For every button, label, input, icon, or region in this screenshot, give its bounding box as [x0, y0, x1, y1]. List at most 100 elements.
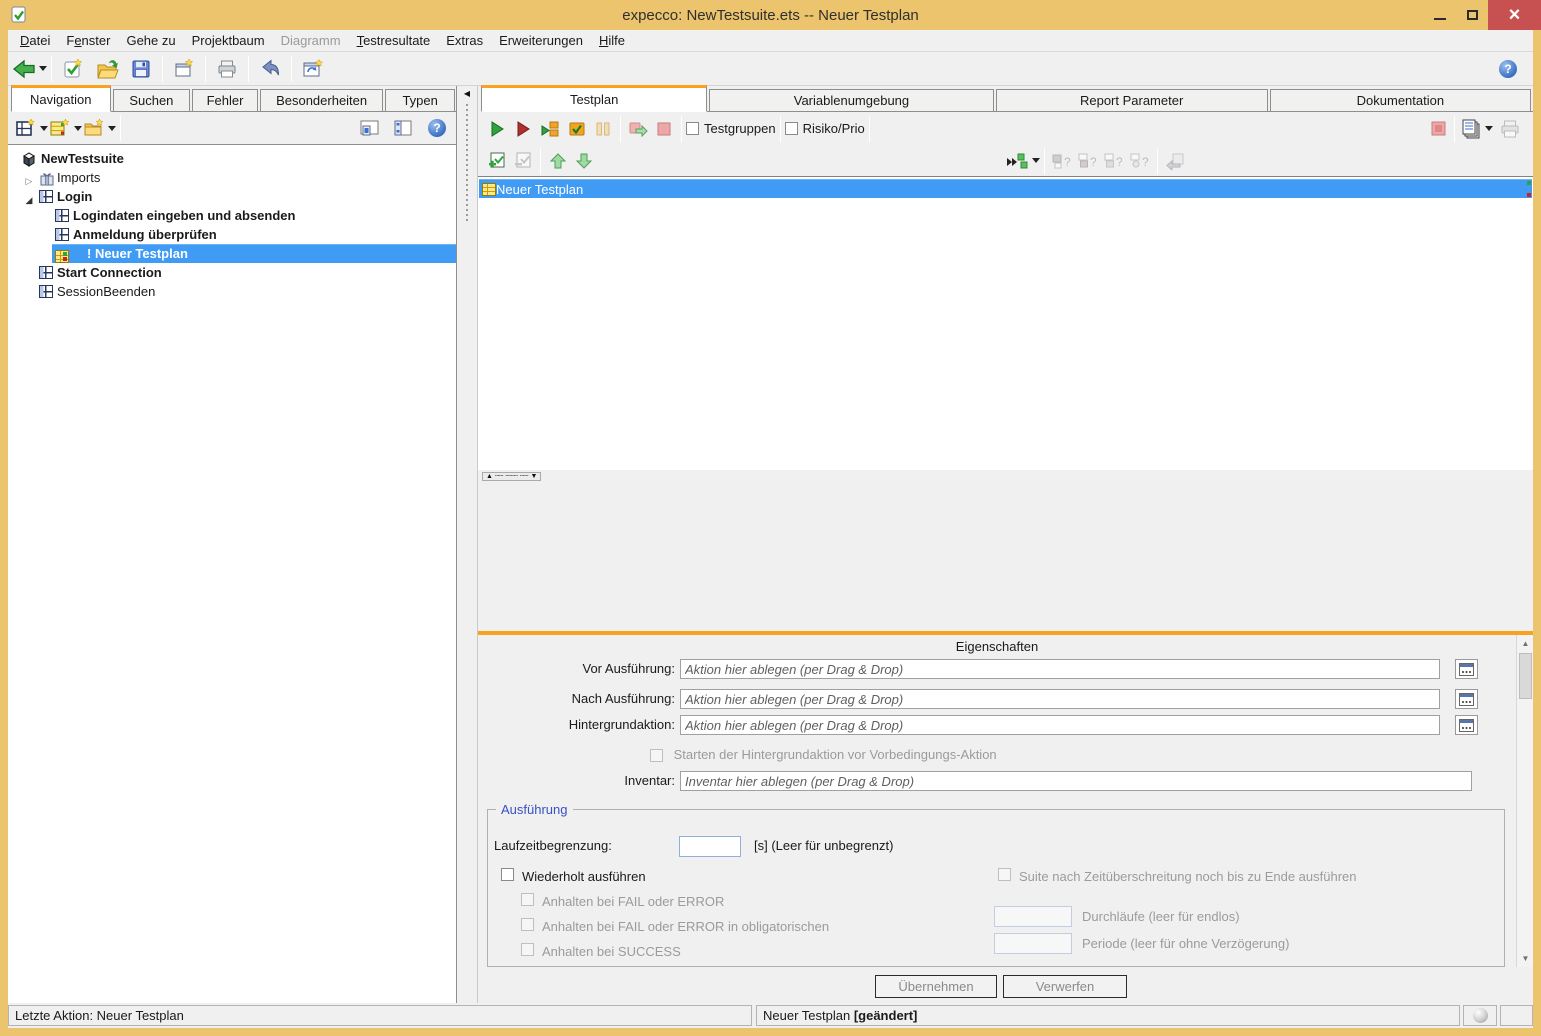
ausfuehrung-groupbox: Ausführung Laufzeitbegrenzung: [s] (Leer… [487, 809, 1505, 967]
testplan-row-selected[interactable]: Neuer Testplan [479, 179, 1532, 198]
status-indicator-icon [1473, 1008, 1488, 1023]
tab-scroll-left-icon[interactable]: ◀ [457, 89, 477, 98]
laufzeit-label: Laufzeitbegrenzung: [494, 838, 612, 853]
menu-datei[interactable]: Datei [12, 31, 58, 50]
tab-typen[interactable]: Typen [385, 89, 455, 111]
tab-navigation[interactable]: Navigation [11, 85, 111, 112]
help-button[interactable]: ? [1491, 54, 1525, 84]
reload-browser-button[interactable] [296, 54, 330, 84]
menu-hilfe[interactable]: Hilfe [591, 31, 633, 50]
tab-fehler[interactable]: Fehler [192, 89, 258, 111]
detach-view-icon [358, 118, 380, 138]
tree-item-logindaten[interactable]: Logindaten eingeben und absenden [8, 206, 456, 225]
scroll-down-icon[interactable]: ▼ [1517, 950, 1534, 967]
move-up-button[interactable] [545, 146, 571, 176]
menu-fenster[interactable]: Fenster [58, 31, 118, 50]
menu-gehe-zu[interactable]: Gehe zu [118, 31, 183, 50]
move-down-button[interactable] [571, 146, 597, 176]
new-item-button[interactable] [56, 54, 90, 84]
testgruppen-toggle[interactable]: Testgruppen [686, 114, 776, 144]
menu-erweiterungen[interactable]: Erweiterungen [491, 31, 591, 50]
tab-dokumentation[interactable]: Dokumentation [1270, 89, 1531, 111]
apply-row: Übernehmen Verwerfen [478, 967, 1533, 1003]
tab-testplan[interactable]: Testplan [481, 85, 707, 112]
new-testplan-button[interactable] [48, 113, 82, 143]
rerun-selected-button[interactable] [1005, 146, 1040, 176]
toolbar-separator [205, 56, 206, 82]
new-window-button[interactable] [167, 54, 201, 84]
detach-view-button[interactable] [352, 113, 386, 143]
risiko-checkbox[interactable] [785, 122, 798, 135]
testplan-panel: Testplan Variablenumgebung Report Parame… [478, 86, 1533, 1003]
uebernehmen-button[interactable]: Übernehmen [875, 975, 997, 998]
nach-ausfuehrung-input[interactable] [680, 689, 1440, 709]
report-copies-button[interactable] [1459, 114, 1493, 144]
collapse-down-icon[interactable]: ▼ [530, 473, 537, 480]
stop-indicator-button[interactable] [1426, 114, 1450, 144]
testcase-grid-icon [39, 266, 53, 279]
tree-item-login[interactable]: Login [8, 187, 456, 206]
tab-variablenumgebung[interactable]: Variablenumgebung [709, 89, 993, 111]
layout-view-button[interactable] [386, 113, 420, 143]
run-selected-button[interactable] [536, 114, 564, 144]
durchlaeufe-hint: Durchläufe (leer für endlos) [1082, 909, 1240, 924]
run-button[interactable] [484, 114, 510, 144]
inventar-input[interactable] [680, 771, 1472, 791]
expander-collapsed-icon[interactable] [24, 172, 34, 187]
detail-filler [478, 482, 1533, 631]
hintergrundaktion-input[interactable] [680, 715, 1440, 735]
save-button[interactable] [124, 54, 158, 84]
tab-suchen[interactable]: Suchen [113, 89, 191, 111]
tab-besonderheiten[interactable]: Besonderheiten [260, 89, 383, 111]
splitter-grip[interactable] [466, 104, 468, 224]
minimize-button[interactable] [1424, 0, 1456, 30]
maximize-button[interactable] [1456, 0, 1488, 30]
step-button[interactable] [625, 114, 651, 144]
testgruppen-checkbox[interactable] [686, 122, 699, 135]
new-testcase-button[interactable] [14, 113, 48, 143]
open-button[interactable] [90, 54, 124, 84]
menubar: Datei Fenster Gehe zu Projektbaum Diagra… [8, 30, 1533, 52]
expander-expanded-icon[interactable] [24, 191, 34, 206]
verwerfen-button[interactable]: Verwerfen [1003, 975, 1127, 998]
menu-projektbaum[interactable]: Projektbaum [184, 31, 273, 50]
status-indicator-cell [1463, 1005, 1497, 1026]
horizontal-splitter[interactable]: ▲┄┄┄┄┄┄┄▼ [478, 470, 1533, 482]
close-button[interactable] [1488, 0, 1541, 30]
tree-item-newtestsuite[interactable]: NewTestsuite [8, 149, 456, 168]
tree-item-start-connection[interactable]: Start Connection [8, 263, 456, 282]
run-debug-button[interactable] [510, 114, 536, 144]
scroll-up-icon[interactable]: ▲ [1517, 635, 1534, 652]
tree-item-imports[interactable]: Imports [8, 168, 456, 187]
new-folder-button[interactable] [82, 113, 116, 143]
splitter-handle[interactable]: ▲┄┄┄┄┄┄┄▼ [482, 472, 541, 481]
tab-report-parameter[interactable]: Report Parameter [996, 89, 1268, 111]
vor-ausfuehrung-input[interactable] [680, 659, 1440, 679]
menu-testresultate[interactable]: Testresultate [349, 31, 439, 50]
undo-button[interactable] [253, 54, 287, 84]
wiederholt-checkbox[interactable] [501, 868, 514, 881]
print-button[interactable] [210, 54, 244, 84]
navigation-help-button[interactable]: ? [420, 113, 454, 143]
run-checked-button[interactable] [564, 114, 590, 144]
new-testcase-icon [15, 118, 37, 138]
panel-splitter[interactable]: ◀ [457, 86, 478, 1003]
hintergrundaktion-browse-button[interactable] [1455, 715, 1478, 735]
stop-button[interactable] [651, 114, 677, 144]
laufzeit-input[interactable] [679, 836, 741, 857]
tree-item-anmeldung[interactable]: Anmeldung überprüfen [8, 225, 456, 244]
pause-button[interactable] [590, 114, 616, 144]
scrollbar-thumb[interactable] [1519, 653, 1532, 699]
tree-item-sessionbeenden[interactable]: SessionBeenden [8, 282, 456, 301]
tree-item-neuer-testplan[interactable]: ! Neuer Testplan [8, 244, 456, 263]
properties-scrollbar[interactable]: ▲ ▼ [1516, 635, 1533, 967]
menu-extras[interactable]: Extras [438, 31, 491, 50]
collapse-up-icon[interactable]: ▲ [486, 473, 493, 480]
vor-ausfuehrung-browse-button[interactable] [1455, 659, 1478, 679]
add-entry-button[interactable] [484, 146, 510, 176]
down-arrow-icon [575, 152, 593, 170]
nach-ausfuehrung-browse-button[interactable] [1455, 689, 1478, 709]
risiko-toggle[interactable]: Risiko/Prio [785, 114, 865, 144]
back-button[interactable] [12, 54, 47, 84]
state-unknown-icon: ? [1051, 152, 1073, 170]
